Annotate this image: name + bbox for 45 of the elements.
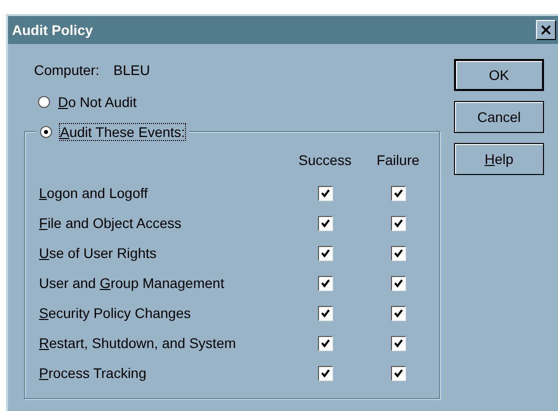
event-label: User and Group Management bbox=[39, 274, 226, 293]
event-label: Logon and Logoff bbox=[39, 184, 149, 203]
dialog-button[interactable]: Help bbox=[454, 143, 544, 175]
dialog-button[interactable]: Cancel bbox=[454, 101, 544, 133]
close-button[interactable]: × bbox=[536, 20, 556, 40]
radio-button[interactable]: Audit These Events: bbox=[36, 124, 190, 140]
checkmark-icon bbox=[320, 218, 330, 228]
checkbox[interactable] bbox=[318, 216, 332, 230]
checkmark-icon bbox=[394, 278, 402, 288]
checkbox[interactable] bbox=[318, 366, 332, 380]
column-header: Success bbox=[298, 151, 352, 170]
checkmark-icon bbox=[320, 368, 330, 378]
checkbox[interactable] bbox=[390, 216, 406, 230]
checkmark-icon bbox=[394, 338, 402, 348]
event-label: Security Policy Changes bbox=[39, 304, 192, 323]
event-label: File and Object Access bbox=[39, 214, 182, 233]
checkbox[interactable] bbox=[390, 246, 406, 260]
checkbox[interactable] bbox=[318, 336, 332, 350]
checkbox[interactable] bbox=[390, 306, 406, 320]
column-header: Failure bbox=[376, 151, 420, 170]
checkbox[interactable] bbox=[318, 246, 332, 260]
checkmark-icon bbox=[394, 368, 402, 378]
checkmark-icon bbox=[394, 248, 402, 258]
checkmark-icon bbox=[320, 248, 330, 258]
checkmark-icon bbox=[320, 308, 330, 318]
event-label: Process Tracking bbox=[39, 364, 148, 383]
checkmark-icon bbox=[320, 188, 330, 198]
checkbox[interactable] bbox=[390, 336, 406, 350]
checkbox[interactable] bbox=[390, 276, 406, 290]
checkmark-icon bbox=[394, 188, 402, 198]
checkbox[interactable] bbox=[318, 276, 332, 290]
checkbox[interactable] bbox=[318, 186, 332, 200]
computer-label: Computer: bbox=[34, 62, 100, 78]
checkmark-icon bbox=[394, 218, 402, 228]
window-title: Audit Policy bbox=[12, 22, 93, 38]
checkbox[interactable] bbox=[318, 306, 332, 320]
checkbox[interactable] bbox=[390, 366, 406, 380]
checkmark-icon bbox=[394, 308, 402, 318]
checkmark-icon bbox=[320, 338, 330, 348]
event-label: Use of User Rights bbox=[39, 244, 158, 263]
dialog-button[interactable]: OK bbox=[454, 59, 544, 91]
event-label: Restart, Shutdown, and System bbox=[39, 334, 237, 353]
checkmark-icon bbox=[320, 278, 330, 288]
checkbox[interactable] bbox=[390, 186, 406, 200]
computer-name: BLEU bbox=[113, 62, 150, 78]
